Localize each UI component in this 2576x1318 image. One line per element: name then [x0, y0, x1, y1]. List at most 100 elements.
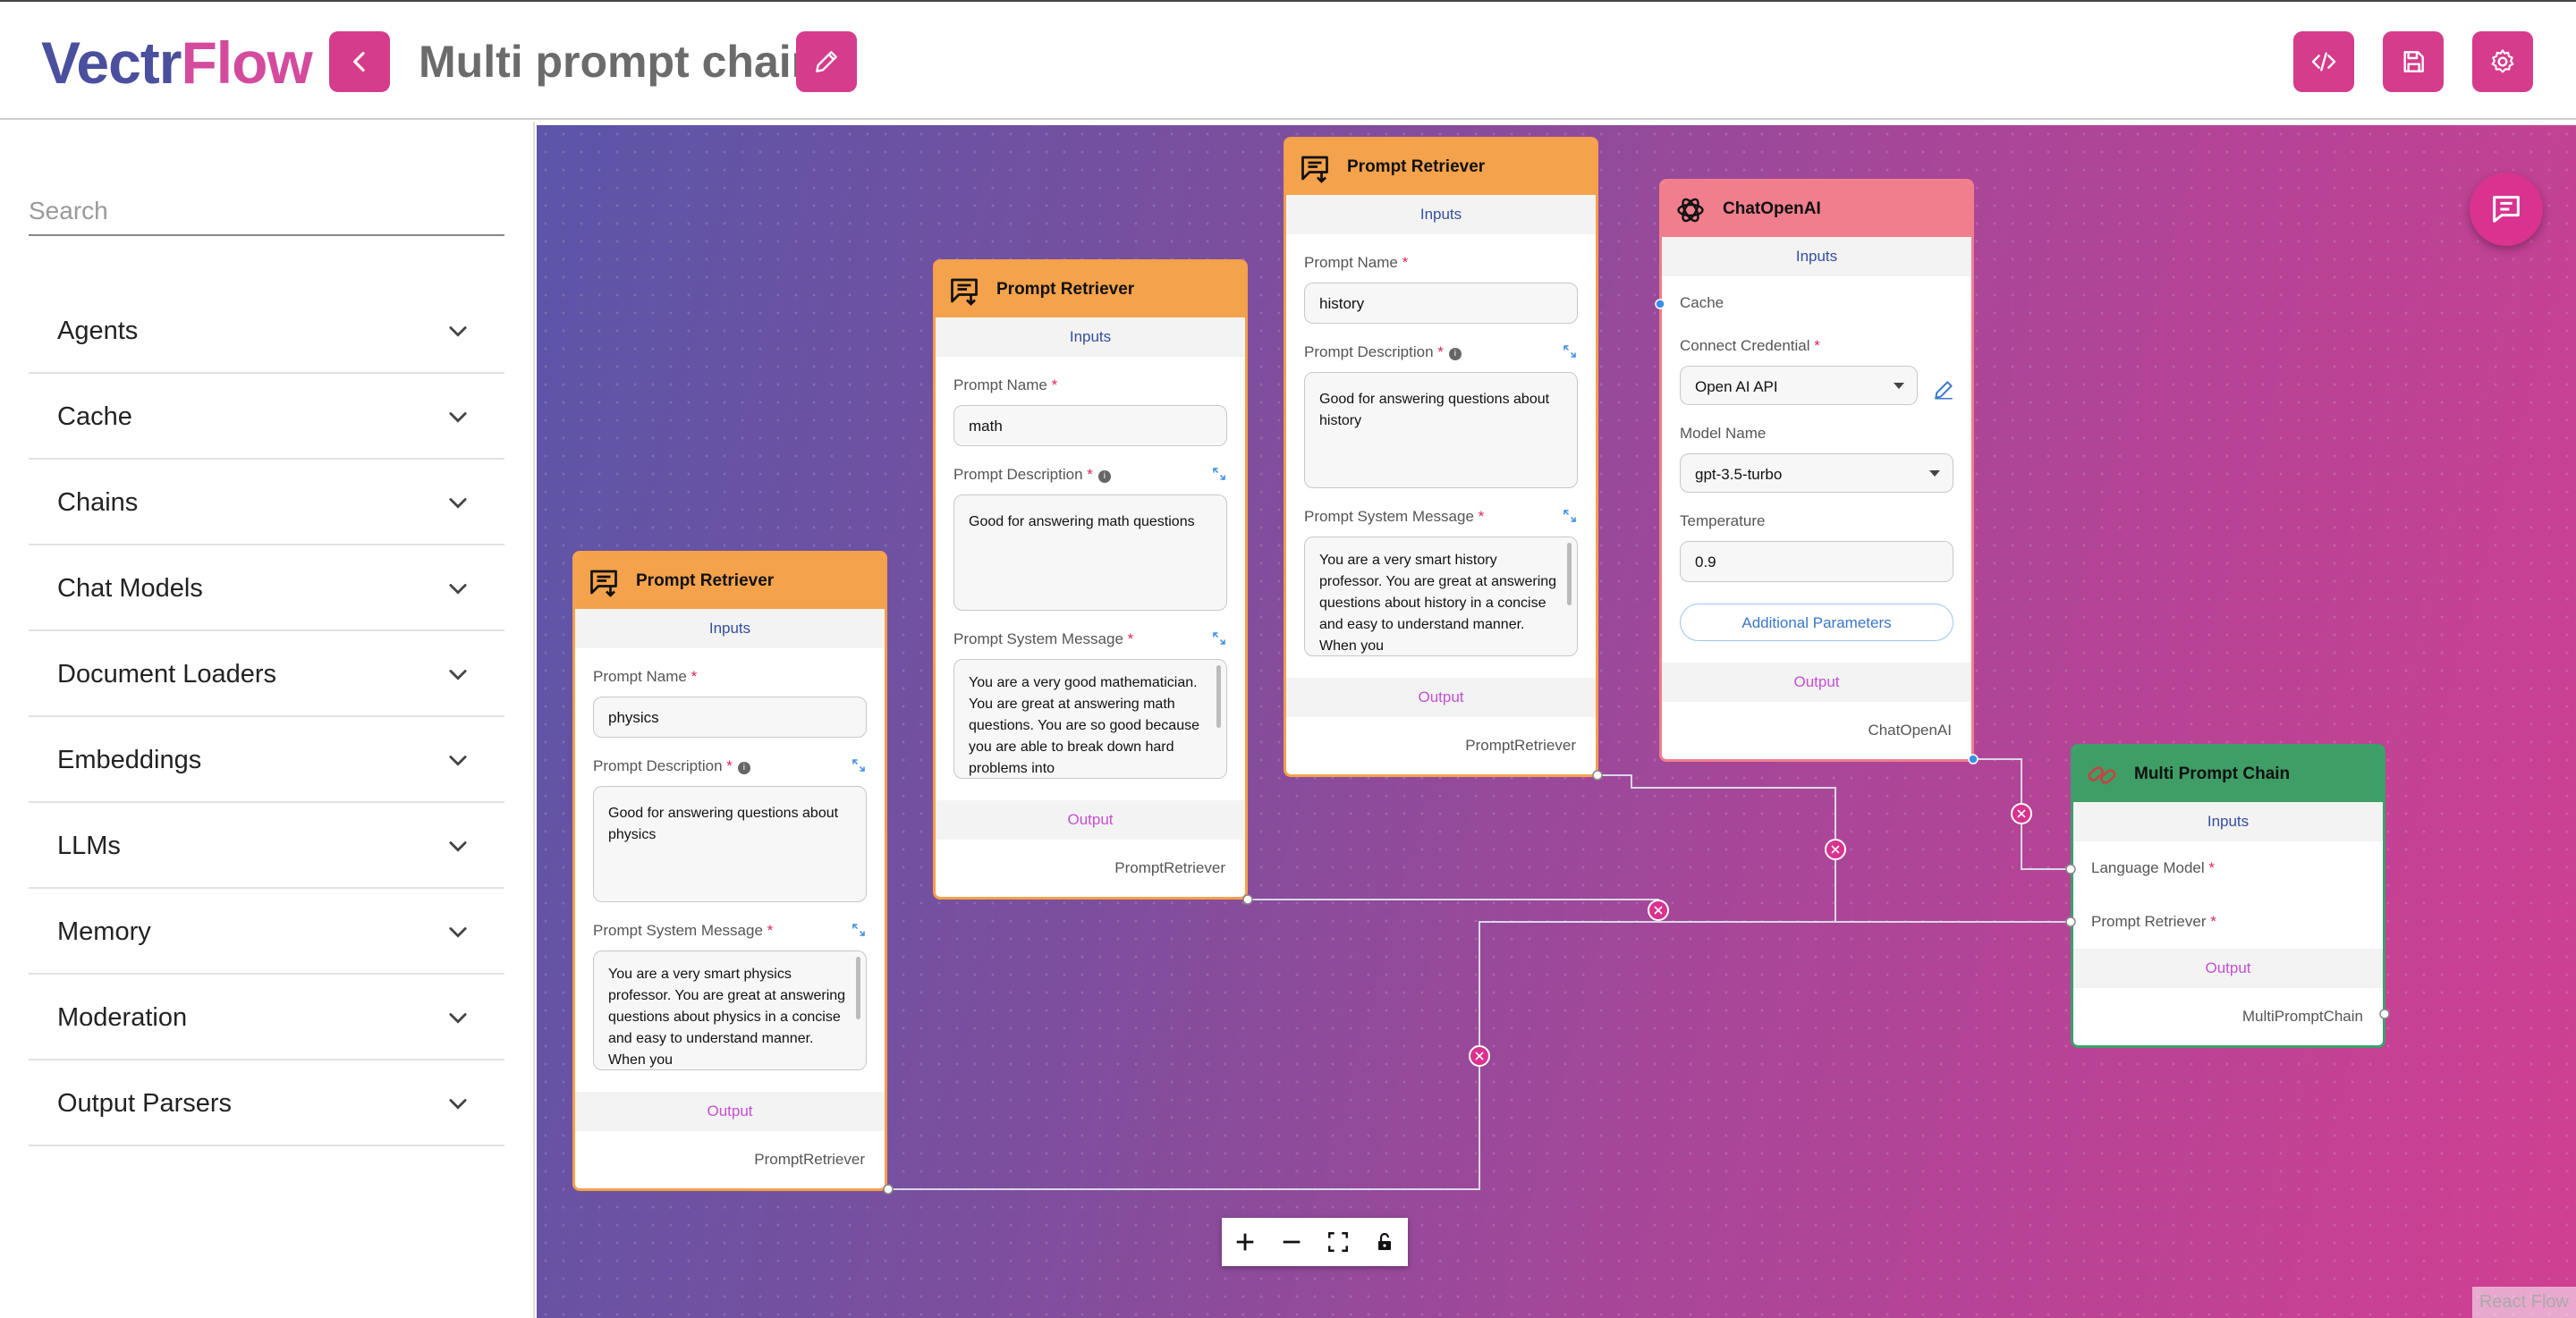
info-icon[interactable]: i	[1097, 470, 1111, 483]
category-moderation[interactable]: Moderation	[29, 975, 504, 1060]
prompt-retriever-icon	[1301, 156, 1328, 183]
label-text: Prompt Retriever	[2091, 913, 2207, 930]
chat-button[interactable]	[2470, 173, 2543, 246]
node-prompt-retriever-history[interactable]: Prompt Retriever Inputs Prompt Name * hi…	[1284, 137, 1598, 777]
anchor-label: Language Model *	[2091, 859, 2216, 876]
openai-icon	[1677, 198, 1704, 223]
prompt-system-message-input[interactable]: You are a very smart physics professor. …	[593, 950, 867, 1070]
node-chatopenai[interactable]: ChatOpenAI Inputs Cache Connect Credenti…	[1659, 179, 1974, 762]
back-button[interactable]	[329, 31, 390, 92]
node-header[interactable]: Prompt Retriever	[575, 553, 885, 609]
temperature-input[interactable]: 0.9	[1680, 541, 1953, 582]
node-header[interactable]: ChatOpenAI	[1662, 182, 1971, 237]
canvas-controls	[1222, 1218, 1408, 1266]
label-text: Prompt System Message	[593, 922, 763, 939]
category-llms[interactable]: LLMs	[29, 803, 504, 889]
expand-icon[interactable]	[851, 922, 867, 938]
expand-icon[interactable]	[1562, 508, 1578, 524]
output-row: PromptRetriever	[575, 1131, 885, 1188]
lock-button[interactable]	[1361, 1218, 1408, 1266]
node-header[interactable]: Prompt Retriever	[936, 262, 1245, 317]
edit-title-button[interactable]	[796, 31, 857, 92]
react-flow-attribution[interactable]: React Flow	[2471, 1287, 2576, 1318]
chevron-down-icon	[449, 670, 467, 680]
prompt-description-input[interactable]: Good for answering math questions	[953, 494, 1227, 611]
node-prompt-retriever-physics[interactable]: Prompt Retriever Inputs Prompt Name * ph…	[572, 551, 887, 1191]
prompt-system-message-input[interactable]: You are a very good mathematician. You a…	[953, 659, 1227, 779]
prompt-name-input[interactable]: history	[1304, 283, 1578, 324]
model-name-label: Model Name	[1680, 425, 1971, 443]
category-output-parsers[interactable]: Output Parsers	[29, 1060, 504, 1146]
node-title: Multi Prompt Chain	[2134, 765, 2291, 783]
category-cache[interactable]: Cache	[29, 374, 504, 460]
category-memory[interactable]: Memory	[29, 889, 504, 975]
search-input[interactable]: Search	[29, 191, 504, 236]
edge-delete-button[interactable]	[1648, 900, 1669, 921]
output-anchor-label: PromptRetriever	[1114, 859, 1225, 876]
logo-part-2: Flow	[181, 30, 312, 96]
prompt-name-label: Prompt Name *	[953, 376, 1058, 393]
edge-delete-button[interactable]	[1825, 839, 1846, 860]
node-title: Prompt Retriever	[996, 280, 1135, 299]
node-prompt-retriever-math[interactable]: Prompt Retriever Inputs Prompt Name * ma…	[933, 259, 1248, 900]
prompt-retriever-input-anchor[interactable]: Prompt Retriever *	[2073, 895, 2383, 949]
prompt-description-input[interactable]: Good for answering questions about physi…	[593, 786, 867, 902]
category-chains[interactable]: Chains	[29, 460, 504, 545]
chat-icon	[2493, 196, 2520, 223]
anchor-label: Prompt Retriever *	[2091, 913, 2216, 930]
chain-icon	[2088, 766, 2116, 784]
scrollbar[interactable]	[1567, 543, 1572, 605]
code-button[interactable]	[2293, 31, 2354, 92]
category-embeddings[interactable]: Embeddings	[29, 717, 504, 803]
category-label: Cache	[57, 402, 132, 431]
prompt-system-message-input[interactable]: You are a very smart history professor. …	[1304, 536, 1578, 656]
label-text: Prompt Description	[1304, 343, 1434, 360]
expand-icon[interactable]	[1211, 466, 1227, 482]
node-header[interactable]: Multi Prompt Chain	[2073, 747, 2383, 802]
lock-icon	[1378, 1232, 1391, 1250]
category-label: Output Parsers	[57, 1089, 233, 1118]
gear-icon	[2491, 49, 2514, 73]
category-label: Chat Models	[57, 574, 203, 603]
label-text: Connect Credential	[1680, 337, 1810, 354]
category-document-loaders[interactable]: Document Loaders	[29, 631, 504, 717]
scrollbar[interactable]	[1216, 665, 1221, 728]
prompt-description-input[interactable]: Good for answering questions about histo…	[1304, 372, 1578, 488]
credential-select[interactable]: Open AI API	[1680, 366, 1918, 405]
edge-delete-button[interactable]	[2011, 803, 2032, 824]
fit-view-button[interactable]	[1315, 1218, 1361, 1266]
category-label: Document Loaders	[57, 660, 277, 689]
info-icon[interactable]: i	[737, 762, 750, 774]
expand-icon[interactable]	[1211, 630, 1227, 646]
zoom-in-button[interactable]	[1222, 1218, 1268, 1266]
edge-delete-button[interactable]	[1469, 1045, 1490, 1067]
prompt-name-input[interactable]: math	[953, 405, 1227, 446]
output-row: ChatOpenAI	[1662, 702, 1971, 759]
model-name-select[interactable]: gpt-3.5-turbo	[1680, 453, 1953, 493]
expand-icon[interactable]	[1562, 343, 1578, 359]
save-button[interactable]	[2383, 31, 2444, 92]
additional-parameters-button[interactable]: Additional Parameters	[1680, 604, 1953, 641]
language-model-input-anchor[interactable]: Language Model *	[2073, 841, 2383, 895]
edit-credential-icon[interactable]	[1932, 378, 1955, 401]
node-multi-prompt-chain[interactable]: Multi Prompt Chain Inputs Language Model…	[2071, 744, 2385, 1048]
label-text: Prompt Description	[593, 757, 723, 774]
flow-canvas[interactable]: Prompt Retriever Inputs Prompt Name * ph…	[537, 125, 2576, 1318]
inputs-section-label: Inputs	[1662, 237, 1971, 276]
label-text: Prompt Name	[593, 668, 687, 685]
chevron-down-icon	[449, 756, 467, 766]
settings-button[interactable]	[2472, 31, 2533, 92]
info-icon[interactable]: i	[1448, 348, 1462, 360]
cache-input-anchor[interactable]: Cache	[1662, 276, 1971, 330]
expand-icon[interactable]	[851, 757, 867, 773]
category-agents[interactable]: Agents	[29, 288, 504, 374]
prompt-description-label: Prompt Description * i	[953, 466, 1245, 484]
flow-title: Multi prompt chain	[419, 37, 819, 87]
prompt-name-input[interactable]: physics	[593, 697, 867, 738]
zoom-out-button[interactable]	[1268, 1218, 1315, 1266]
category-chat-models[interactable]: Chat Models	[29, 545, 504, 631]
pencil-icon	[816, 51, 837, 72]
textarea-text: You are a very good mathematician. You a…	[969, 675, 1199, 776]
node-header[interactable]: Prompt Retriever	[1286, 139, 1596, 195]
scrollbar[interactable]	[856, 957, 860, 1019]
